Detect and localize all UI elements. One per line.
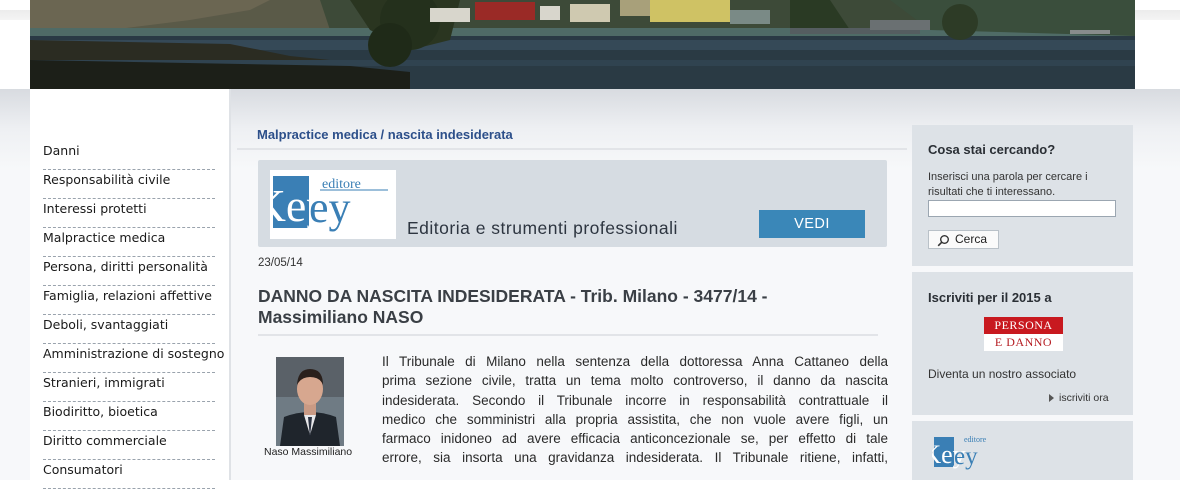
nav-item-persona[interactable]: Persona, diritti personalità [43,257,215,286]
nav-item-label[interactable]: Interessi protetti [43,199,215,217]
article-title-line2: Massimiliano NASO [258,307,424,327]
article-date: 23/05/14 [258,257,303,269]
nav-item-label[interactable]: Persona, diritti personalità [43,257,215,275]
key-editore-box: Key ey editore [912,421,1133,480]
article-line: errore, sia insorta una gravidanza indes… [382,450,888,466]
iscriviti-link[interactable]: iscriviti ora [1049,392,1109,404]
divider [258,334,878,336]
key-editore-small-logo[interactable]: Key ey editore [922,429,1002,475]
persona-e-danno-logo[interactable]: PERSONA E DANNO [984,317,1063,351]
search-box-title: Cosa stai cercando? [928,142,1056,157]
iscriviti-label[interactable]: iscriviti ora [1059,392,1109,404]
search-box: Cosa stai cercando? Inserisci una parola… [912,125,1133,266]
nav-item-label[interactable]: Danni [43,141,215,159]
nav-item-deboli[interactable]: Deboli, svantaggiati [43,315,215,344]
nav-item-label[interactable]: Diritto commerciale [43,431,215,449]
nav-item-interessi-protetti[interactable]: Interessi protetti [43,199,215,228]
logo-text: E DANNO [984,334,1063,351]
left-sidebar-nav: Danni Responsabilità civile Interessi pr… [30,89,231,489]
nav-item-consumatori[interactable]: Consumatori [43,460,215,489]
key-editore-ad-banner[interactable]: Key ey editore Editoria e strumenti prof… [253,160,887,247]
arrow-right-icon [1049,394,1054,402]
nav-item-responsabilita-civile[interactable]: Responsabilità civile [43,170,215,199]
cerca-label: Cerca [955,232,988,246]
divider [237,148,907,150]
article-line: Il Tribunale di Milano nella sentenza de… [382,354,888,369]
nav-item-malpractice-medica[interactable]: Malpractice medica [43,228,215,257]
nav-item-label[interactable]: Deboli, svantaggiati [43,315,215,333]
nav-item-diritto-commerciale[interactable]: Diritto commerciale [43,431,215,460]
nav-item-stranieri[interactable]: Stranieri, immigrati [43,373,215,402]
article-body: Il Tribunale di Milano nella sentenza de… [382,352,888,468]
nav-item-label[interactable]: Famiglia, relazioni affettive [43,286,215,304]
nav-item-label[interactable]: Amministrazione di sostegno [43,344,224,362]
vedi-button[interactable]: VEDI [759,210,865,238]
article-line: prima sezione civile, tratta un tema mol… [382,373,888,389]
key-editore-logo: Key ey editore [253,170,396,239]
nav-item-label[interactable]: Stranieri, immigrati [43,373,215,391]
article-line: medico che somministri alla propria assi… [382,411,888,427]
nav-item-danni[interactable]: Danni [43,141,215,170]
nav-item-biodiritto[interactable]: Biodiritto, bioetica [43,402,215,431]
author-photo [276,357,344,446]
nav-item-amministrazione[interactable]: Amministrazione di sostegno [43,344,224,373]
article-title: DANNO DA NASCITA INDESIDERATA - Trib. Mi… [258,286,818,328]
nav-item-label[interactable]: Consumatori [43,460,215,478]
breadcrumb[interactable]: Malpractice medica / nascita indesiderat… [257,127,513,142]
article-line: indesiderata. Secondo il Tribunale incor… [382,392,888,408]
nav-list: Danni Responsabilità civile Interessi pr… [43,141,224,489]
editore-label: editore [964,435,987,444]
cerca-button[interactable]: Cerca [928,230,999,249]
svg-text:ey: ey [954,443,978,470]
ad-tagline: Editoria e strumenti professionali [407,218,678,238]
article-line: farmaco inidoneo ad avere efficacia anti… [382,431,888,447]
subscribe-title: Iscriviti per il 2015 a [928,290,1052,305]
header-banner-image [30,0,1135,89]
nav-item-famiglia[interactable]: Famiglia, relazioni affettive [43,286,215,315]
logo-text: PERSONA [984,317,1063,334]
nav-item-label[interactable]: Malpractice medica [43,228,215,246]
nav-item-label[interactable]: Responsabilità civile [43,170,215,188]
search-input[interactable] [928,200,1116,217]
main-content: Malpractice medica / nascita indesiderat… [237,89,907,480]
subscribe-text: Diventa un nostro associato [928,367,1077,381]
subscribe-box: Iscriviti per il 2015 a PERSONA E DANNO … [912,272,1133,415]
search-description: Inserisci una parola per cercare i risul… [928,171,1088,198]
photo-caption: Naso Massimiliano [264,446,353,458]
article-title-line1: DANNO DA NASCITA INDESIDERATA - Trib. Mi… [258,286,768,306]
nav-item-label[interactable]: Biodiritto, bioetica [43,402,215,420]
search-icon [937,234,950,252]
